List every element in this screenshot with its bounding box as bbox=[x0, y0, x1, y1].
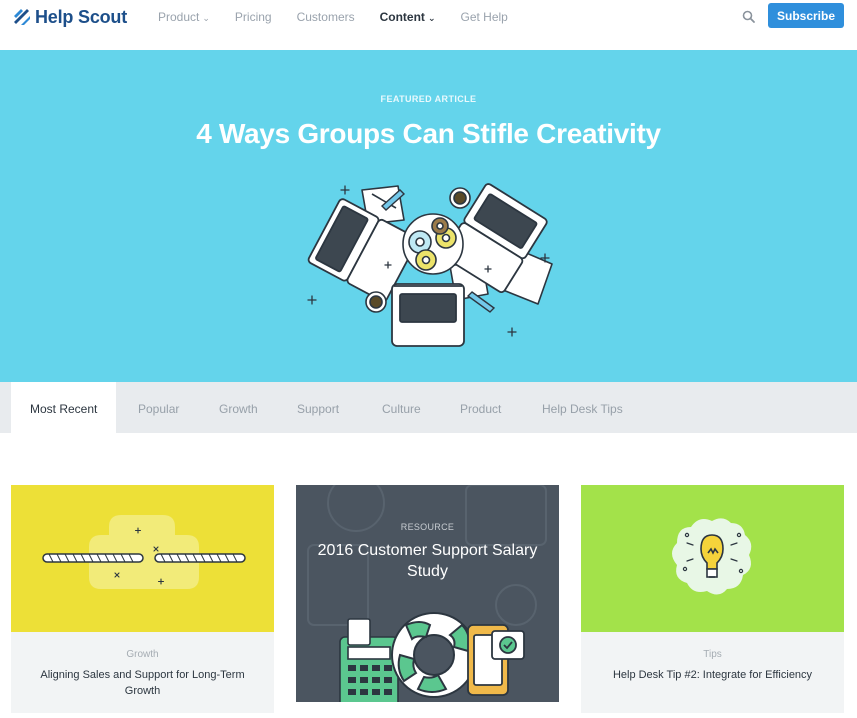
article-card[interactable]: Tips Help Desk Tip #2: Integrate for Eff… bbox=[581, 485, 844, 713]
hero-kicker: FEATURED ARTICLE bbox=[380, 94, 477, 104]
nav-get-help[interactable]: Get Help bbox=[460, 9, 507, 25]
tab-help-desk-tips[interactable]: Help Desk Tips bbox=[542, 382, 623, 433]
brand-name: Help Scout bbox=[35, 6, 128, 27]
tab-support[interactable]: Support bbox=[297, 382, 339, 433]
card-image-salary-study bbox=[296, 485, 559, 702]
tab-culture[interactable]: Culture bbox=[382, 382, 421, 433]
nav-customers-label: Customers bbox=[296, 10, 355, 24]
card-category: Growth bbox=[126, 649, 159, 660]
tab-popular[interactable]: Popular bbox=[138, 382, 179, 433]
category-tabs: Most Recent Popular Growth Support Cultu… bbox=[0, 382, 857, 433]
nav-pricing-label: Pricing bbox=[234, 10, 272, 24]
nav-content[interactable]: Content ⌄ bbox=[380, 9, 436, 25]
nav-product-label: Product bbox=[158, 10, 200, 24]
nav-get-help-label: Get Help bbox=[460, 10, 508, 24]
hero-title[interactable]: 4 Ways Groups Can Stifle Creativity bbox=[0, 118, 857, 150]
search-icon[interactable] bbox=[741, 9, 757, 25]
card-category: Tips bbox=[703, 649, 722, 660]
article-card[interactable]: Growth Aligning Sales and Support for Lo… bbox=[11, 485, 274, 713]
featured-hero[interactable]: FEATURED ARTICLE 4 Ways Groups Can Stifl… bbox=[0, 50, 857, 382]
card-kicker: RESOURCE bbox=[400, 522, 455, 532]
nav-customers[interactable]: Customers bbox=[297, 9, 355, 25]
card-title[interactable]: Aligning Sales and Support for Long-Term… bbox=[31, 667, 254, 699]
card-title[interactable]: Help Desk Tip #2: Integrate for Efficien… bbox=[601, 667, 824, 683]
chevron-down-icon: ⌄ bbox=[202, 12, 210, 23]
nav-pricing[interactable]: Pricing bbox=[235, 9, 272, 25]
card-image-rope bbox=[11, 485, 274, 632]
resource-card[interactable]: RESOURCE 2016 Customer Support Salary St… bbox=[296, 485, 559, 702]
tab-growth[interactable]: Growth bbox=[219, 382, 258, 433]
hero-illustration bbox=[307, 183, 553, 347]
tab-most-recent[interactable]: Most Recent bbox=[11, 382, 117, 433]
card-title[interactable]: 2016 Customer Support Salary Study bbox=[316, 540, 539, 582]
brand-logo[interactable]: Help Scout bbox=[12, 6, 127, 28]
nav-product[interactable]: Product ⌄ bbox=[158, 9, 210, 25]
help-scout-logo-icon bbox=[14, 9, 30, 25]
nav-content-label: Content bbox=[379, 10, 425, 24]
tab-product[interactable]: Product bbox=[460, 382, 501, 433]
chevron-down-icon: ⌄ bbox=[427, 12, 436, 23]
main-nav: Product ⌄ Pricing Customers Content ⌄ Ge… bbox=[158, 9, 533, 25]
card-image-lightbulb bbox=[581, 485, 844, 632]
subscribe-button[interactable]: Subscribe bbox=[768, 3, 844, 28]
top-navigation: Help Scout Product ⌄ Pricing Customers C… bbox=[0, 0, 857, 50]
